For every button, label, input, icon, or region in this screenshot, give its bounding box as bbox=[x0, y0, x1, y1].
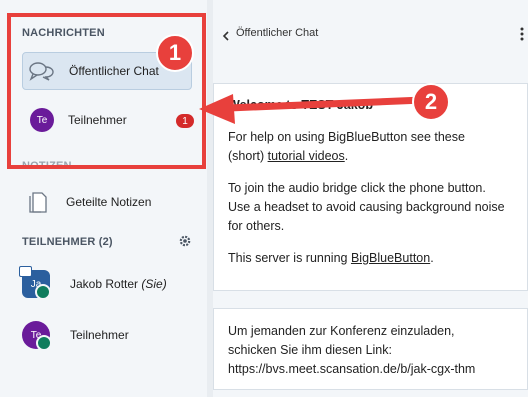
annotation-arrow-icon bbox=[199, 94, 424, 124]
audio-icon bbox=[35, 284, 51, 300]
document-icon bbox=[22, 190, 52, 214]
user-name: Teilnehmer bbox=[70, 328, 129, 342]
audio-icon bbox=[36, 335, 52, 351]
sidebar-item-shared-notes[interactable]: Geteilte Notizen bbox=[22, 183, 192, 221]
invite-message: Um jemanden zur Konferenz einzuladen, sc… bbox=[213, 308, 528, 390]
invite-url: https://bvs.meet.scansation.de/b/jak-cgx… bbox=[228, 362, 476, 376]
user-name: Jakob Rotter (Sie) bbox=[70, 277, 167, 291]
gear-icon[interactable] bbox=[178, 234, 192, 253]
user-list-item[interactable]: Ja Jakob Rotter (Sie) bbox=[19, 264, 192, 304]
user-list-item[interactable]: Te Teilnehmer bbox=[22, 315, 192, 355]
presenter-icon bbox=[19, 266, 32, 277]
avatar: Te bbox=[22, 321, 52, 351]
tutorial-videos-link[interactable]: tutorial videos bbox=[268, 149, 345, 163]
shared-notes-label: Geteilte Notizen bbox=[66, 195, 152, 209]
participants-heading: TEILNEHMER (2) bbox=[22, 236, 113, 248]
annotation-marker-1: 1 bbox=[156, 34, 194, 72]
avatar: Ja bbox=[19, 266, 51, 300]
annotation-marker-2: 2 bbox=[412, 83, 450, 121]
more-options-icon[interactable] bbox=[520, 27, 524, 46]
chevron-left-icon[interactable] bbox=[222, 28, 230, 46]
chat-title[interactable]: Öffentlicher Chat bbox=[236, 27, 318, 39]
bigbluebutton-link[interactable]: BigBlueButton bbox=[351, 251, 430, 265]
